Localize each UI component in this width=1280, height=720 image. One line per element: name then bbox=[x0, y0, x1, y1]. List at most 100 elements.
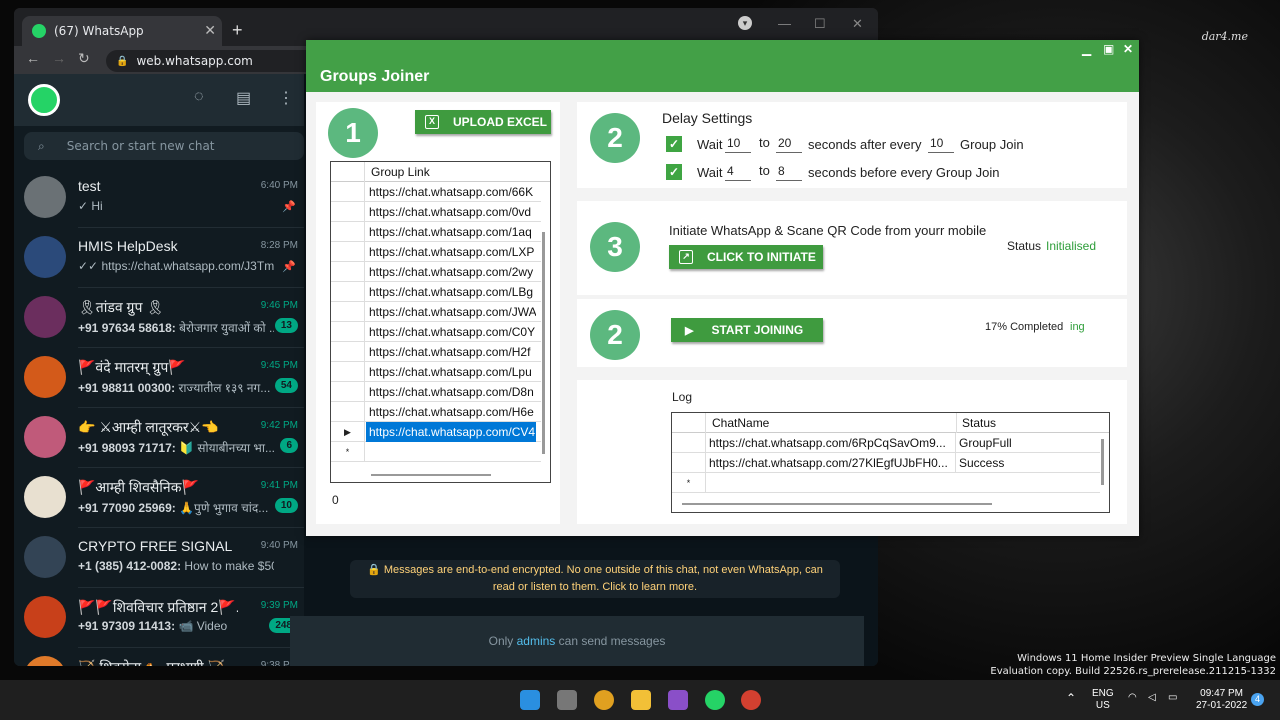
row-header[interactable] bbox=[331, 202, 365, 221]
group-link-row[interactable]: https://chat.whatsapp.com/JWA bbox=[331, 302, 541, 322]
row-header[interactable] bbox=[331, 402, 365, 421]
log-chatname-cell[interactable]: https://chat.whatsapp.com/6RpCqSavOm9... bbox=[706, 433, 956, 453]
delay-before-max-input[interactable]: 8 bbox=[776, 163, 802, 181]
clock[interactable]: 09:47 PM 27-01-2022 bbox=[1196, 688, 1247, 712]
close-window-icon[interactable]: ✕ bbox=[852, 16, 863, 32]
group-link-cell[interactable]: https://chat.whatsapp.com/LBg bbox=[366, 282, 536, 302]
row-header[interactable] bbox=[331, 282, 365, 301]
chat-list-item[interactable]: HMIS HelpDesk 8:28 PM ✓✓ https://chat.what… bbox=[14, 228, 304, 288]
upload-excel-button[interactable]: X UPLOAD EXCEL bbox=[415, 110, 551, 134]
log-new-row-header[interactable]: * bbox=[672, 473, 706, 492]
every-group-count-input[interactable]: 10 bbox=[928, 135, 954, 153]
group-link-cell[interactable]: https://chat.whatsapp.com/66K bbox=[366, 182, 536, 202]
admins-link[interactable]: admins bbox=[517, 634, 556, 648]
group-link-cell[interactable]: https://chat.whatsapp.com/1aq bbox=[366, 222, 536, 242]
group-link-cell[interactable]: https://chat.whatsapp.com/H2f bbox=[366, 342, 536, 362]
tab-close-icon[interactable]: ✕ bbox=[204, 23, 216, 39]
group-link-row[interactable]: https://chat.whatsapp.com/C0Y bbox=[331, 322, 541, 342]
grid-horizontal-scrollbar[interactable] bbox=[371, 474, 491, 476]
group-link-column-header[interactable]: Group Link bbox=[368, 162, 538, 182]
back-icon[interactable]: ← bbox=[26, 50, 40, 66]
chat-list-item[interactable]: CRYPTO FREE SIGNAL 9:40 PM +1 (385) 412-00… bbox=[14, 528, 304, 588]
chat-list-item[interactable]: 👉 ⚔आम्ही लातूरकर⚔👈 9:42 PM +91 98093 71717… bbox=[14, 408, 304, 468]
file-explorer-icon[interactable] bbox=[631, 690, 651, 710]
row-header[interactable] bbox=[331, 362, 365, 381]
group-link-row[interactable]: https://chat.whatsapp.com/H2f bbox=[331, 342, 541, 362]
group-link-row[interactable]: https://chat.whatsapp.com/LBg bbox=[331, 282, 541, 302]
group-link-row[interactable]: https://chat.whatsapp.com/66K bbox=[331, 182, 541, 202]
tab-search-icon[interactable]: ▾ bbox=[738, 16, 752, 30]
group-link-cell[interactable]: https://chat.whatsapp.com/JWA bbox=[366, 302, 536, 322]
row-header[interactable] bbox=[331, 242, 365, 261]
group-link-cell[interactable]: https://chat.whatsapp.com/H6e bbox=[366, 402, 536, 422]
click-to-initiate-button[interactable]: ↗ CLICK TO INITIATE bbox=[669, 245, 823, 269]
group-link-cell[interactable]: https://chat.whatsapp.com/C0Y bbox=[366, 322, 536, 342]
visual-studio-icon[interactable] bbox=[668, 690, 688, 710]
group-link-row[interactable]: https://chat.whatsapp.com/LXP bbox=[331, 242, 541, 262]
whatsapp-taskbar-icon[interactable] bbox=[705, 690, 725, 710]
log-status-cell[interactable]: Success bbox=[956, 453, 1096, 473]
status-column-header[interactable]: Status bbox=[959, 413, 1099, 433]
log-row[interactable]: https://chat.whatsapp.com/27KlEgfUJbFH0.… bbox=[672, 453, 1100, 473]
log-horizontal-scrollbar[interactable] bbox=[682, 503, 992, 505]
row-header[interactable] bbox=[331, 302, 365, 321]
language-indicator[interactable]: ENG US bbox=[1092, 688, 1114, 712]
chat-list-item[interactable]: 🚩वंदे मातरम् ग्रुप🚩 9:45 PM +91 98811 0030… bbox=[14, 348, 304, 408]
browser-tab-whatsapp[interactable]: (67) WhatsApp ✕ bbox=[22, 16, 222, 46]
reload-icon[interactable]: ↻ bbox=[78, 50, 90, 67]
task-view-icon[interactable] bbox=[557, 690, 577, 710]
battery-icon[interactable]: ▭ bbox=[1168, 692, 1177, 704]
log-row[interactable]: https://chat.whatsapp.com/6RpCqSavOm9...… bbox=[672, 433, 1100, 453]
chat-list-item[interactable]: test 6:40 PM ✓ Hi 📌 bbox=[14, 168, 304, 228]
delay-after-checkbox[interactable]: ✓ bbox=[666, 136, 682, 152]
log-new-row[interactable]: * bbox=[672, 473, 1100, 493]
new-tab-icon[interactable]: + bbox=[232, 20, 243, 41]
chrome-icon[interactable] bbox=[594, 690, 614, 710]
group-link-row[interactable]: https://chat.whatsapp.com/1aq bbox=[331, 222, 541, 242]
minimize-icon[interactable]: — bbox=[778, 16, 791, 31]
group-link-row[interactable]: https://chat.whatsapp.com/H6e bbox=[331, 402, 541, 422]
log-grid[interactable]: ChatName Status https://chat.whatsapp.co… bbox=[671, 412, 1110, 513]
grid-vertical-scrollbar[interactable] bbox=[542, 232, 545, 454]
chat-list-item[interactable]: 🏹 शिवसेना 🐅 परभणी 🏹9:38 PM bbox=[14, 648, 304, 666]
row-header[interactable] bbox=[331, 342, 365, 361]
group-link-cell[interactable]: https://chat.whatsapp.com/2wy bbox=[366, 262, 536, 282]
notification-badge[interactable]: 4 bbox=[1251, 693, 1264, 706]
group-link-row[interactable]: https://chat.whatsapp.com/2wy bbox=[331, 262, 541, 282]
start-joining-button[interactable]: ▶ START JOINING bbox=[671, 318, 823, 342]
new-chat-icon[interactable]: ▤ bbox=[236, 88, 251, 108]
group-link-cell[interactable]: https://chat.whatsapp.com/0vd bbox=[366, 202, 536, 222]
delay-before-checkbox[interactable]: ✓ bbox=[666, 164, 682, 180]
log-vertical-scrollbar[interactable] bbox=[1101, 439, 1104, 485]
chat-list-item[interactable]: 🚩🚩शिवविचार प्रतिष्ठान 2🚩... 9:39 PM +91 97… bbox=[14, 588, 304, 648]
joiner-minimize-icon[interactable]: ▁ bbox=[1082, 42, 1091, 56]
group-link-cell[interactable]: https://chat.whatsapp.com/Lpu bbox=[366, 362, 536, 382]
chrome-2-icon[interactable] bbox=[741, 690, 761, 710]
group-link-row[interactable]: https://chat.whatsapp.com/Lpu bbox=[331, 362, 541, 382]
tray-chevron-icon[interactable]: ⌃ bbox=[1066, 692, 1076, 704]
new-row-header[interactable]: * bbox=[331, 442, 365, 461]
chat-list-item[interactable]: 🚩आम्ही शिवसैनिक🚩 9:41 PM +91 77090 25969: … bbox=[14, 468, 304, 528]
menu-icon[interactable]: ⋮ bbox=[278, 88, 294, 108]
delay-after-min-input[interactable]: 10 bbox=[725, 135, 751, 153]
new-row[interactable]: * bbox=[331, 442, 541, 462]
encryption-notice[interactable]: 🔒 Messages are end-to-end encrypted. No … bbox=[350, 560, 840, 598]
forward-icon[interactable]: → bbox=[52, 50, 66, 66]
log-status-cell[interactable]: GroupFull bbox=[956, 433, 1096, 453]
search-input[interactable]: ⌕ Search or start new chat bbox=[24, 132, 304, 160]
row-header[interactable] bbox=[331, 262, 365, 281]
log-chatname-cell[interactable]: https://chat.whatsapp.com/27KlEgfUJbFH0.… bbox=[706, 453, 956, 473]
chatname-column-header[interactable]: ChatName bbox=[709, 413, 957, 433]
log-row-header[interactable] bbox=[672, 453, 706, 472]
row-header[interactable] bbox=[331, 382, 365, 401]
delay-before-min-input[interactable]: 4 bbox=[725, 163, 751, 181]
windows-start-icon[interactable] bbox=[520, 690, 540, 710]
chat-list-item[interactable]: 🎗तांडव ग्रुप 🎗 9:46 PM +91 97634 58618: बे… bbox=[14, 288, 304, 348]
row-header[interactable] bbox=[331, 222, 365, 241]
row-header[interactable]: ▶ bbox=[331, 422, 365, 441]
wifi-icon[interactable]: ◠ bbox=[1128, 692, 1137, 704]
volume-icon[interactable]: ◁ bbox=[1148, 692, 1156, 704]
group-link-cell[interactable]: https://chat.whatsapp.com/D8n bbox=[366, 382, 536, 402]
row-header[interactable] bbox=[331, 322, 365, 341]
maximize-icon[interactable]: ☐ bbox=[814, 16, 826, 32]
